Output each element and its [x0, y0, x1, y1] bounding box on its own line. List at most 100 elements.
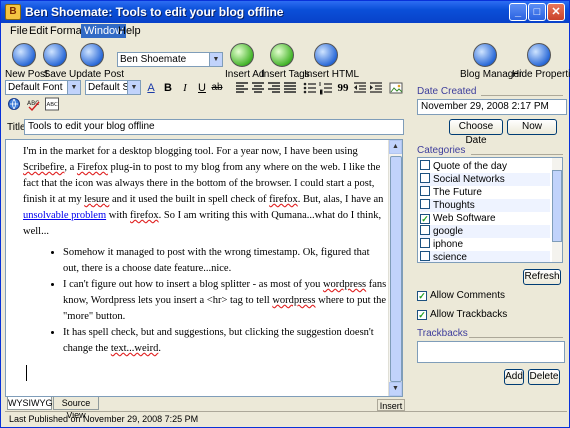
- insert-ad-label: Insert Ad: [225, 69, 265, 80]
- list-item[interactable]: ✓ Web Software: [420, 212, 550, 225]
- indent-icon[interactable]: [369, 81, 383, 95]
- blockquote-button[interactable]: 99: [336, 81, 350, 95]
- text-run: with: [106, 210, 131, 221]
- font-color-button[interactable]: A: [144, 81, 158, 95]
- checkbox[interactable]: [420, 186, 430, 196]
- new-post-button[interactable]: New Post: [5, 43, 48, 80]
- maximize-button[interactable]: □: [528, 3, 546, 21]
- title-bar[interactable]: B Ben Shoemate: Tools to edit your blog …: [1, 1, 569, 23]
- checkbox[interactable]: [420, 173, 430, 183]
- tab-source-view[interactable]: Source View: [53, 397, 99, 420]
- allow-trackbacks-option[interactable]: ✓ Allow Trackbacks: [417, 309, 507, 320]
- option-label: Allow Comments: [430, 290, 506, 301]
- save-label: Save: [43, 69, 67, 80]
- text-caret: [26, 365, 27, 381]
- checkbox[interactable]: [420, 160, 430, 170]
- size-select[interactable]: Default Size ▼: [85, 80, 141, 95]
- insert-html-label: Insert HTML: [304, 69, 360, 80]
- menu-help[interactable]: Help: [115, 24, 144, 38]
- category-label: Quote of the day: [433, 161, 507, 172]
- checkbox[interactable]: [420, 225, 430, 235]
- tab-wysiwyg[interactable]: WYSIWYG: [7, 397, 53, 410]
- misspelled-word[interactable]: wordpress: [323, 279, 366, 290]
- misspelled-word[interactable]: firefox: [130, 210, 159, 221]
- list-item[interactable]: iphone: [420, 238, 550, 251]
- add-button[interactable]: Add: [504, 369, 524, 385]
- list-item[interactable]: The Future: [420, 186, 550, 199]
- checkbox[interactable]: [420, 238, 430, 248]
- outdent-icon[interactable]: [353, 81, 367, 95]
- checkbox-checked[interactable]: ✓: [420, 214, 430, 224]
- align-right-icon[interactable]: [267, 81, 281, 95]
- refresh-button[interactable]: Refresh: [523, 269, 561, 285]
- blog-select[interactable]: Ben Shoemate ▼: [117, 52, 223, 67]
- allow-comments-option[interactable]: ✓ Allow Comments: [417, 290, 505, 301]
- save-button[interactable]: Save: [43, 43, 67, 80]
- insert-tags-label: Insert Tags: [261, 69, 310, 80]
- checkbox[interactable]: [420, 199, 430, 209]
- bullet-list-icon[interactable]: [303, 81, 317, 95]
- text-run: I can't figure out how to insert a blog …: [63, 279, 323, 290]
- scrollbar-thumb[interactable]: [552, 170, 562, 242]
- text-run: and it used the built in spell check of: [109, 194, 270, 205]
- align-justify-icon[interactable]: [283, 81, 297, 95]
- misspelled-word[interactable]: firefox: [269, 194, 298, 205]
- align-left-icon[interactable]: [235, 81, 249, 95]
- italic-button[interactable]: I: [178, 81, 192, 95]
- categories-heading: Categories: [417, 145, 466, 156]
- numbered-list-icon[interactable]: [319, 81, 333, 95]
- insert-tags-button[interactable]: Insert Tags: [261, 43, 310, 80]
- scroll-up-icon[interactable]: ▲: [389, 140, 402, 154]
- post-editor[interactable]: I'm in the market for a desktop blogging…: [5, 139, 403, 397]
- checkbox-checked[interactable]: ✓: [417, 310, 427, 320]
- paragraph: I'm in the market for a desktop blogging…: [23, 144, 387, 240]
- title-input[interactable]: Tools to edit your blog offline: [24, 119, 404, 135]
- thesaurus-icon[interactable]: ABC: [45, 97, 59, 111]
- list-item[interactable]: Quote of the day: [420, 160, 550, 173]
- link-icon[interactable]: [7, 97, 21, 111]
- trackbacks-field[interactable]: [417, 341, 565, 363]
- align-center-icon[interactable]: [251, 81, 265, 95]
- chevron-down-icon: ▼: [127, 81, 140, 94]
- category-label: science: [433, 252, 467, 263]
- bold-button[interactable]: B: [161, 81, 175, 95]
- insert-html-icon: [314, 43, 338, 67]
- misspelled-word[interactable]: Firefox: [77, 162, 108, 173]
- font-select-value: Default Font: [8, 82, 63, 93]
- misspelled-word[interactable]: wordpress: [272, 295, 315, 306]
- font-select[interactable]: Default Font ▼: [5, 80, 81, 95]
- spell-check-icon[interactable]: ABC: [27, 97, 41, 111]
- date-created-field[interactable]: November 29, 2008 2:17 PM: [417, 99, 567, 115]
- now-button[interactable]: Now: [507, 119, 557, 135]
- delete-button[interactable]: Delete: [528, 369, 560, 385]
- insert-ad-button[interactable]: Insert Ad: [225, 43, 264, 80]
- list-item[interactable]: google: [420, 225, 550, 238]
- bullet-list: Somehow it managed to post with the wron…: [53, 245, 387, 357]
- list-item[interactable]: science: [420, 251, 550, 263]
- categories-scrollbar[interactable]: [552, 158, 562, 262]
- choose-date-button[interactable]: Choose Date: [449, 119, 503, 146]
- post-link[interactable]: unsolvable problem: [23, 210, 106, 221]
- update-post-button[interactable]: Update Post: [69, 43, 124, 80]
- checkbox-checked[interactable]: ✓: [417, 291, 427, 301]
- list-item[interactable]: Thoughts: [420, 199, 550, 212]
- editor-scrollbar[interactable]: ▲ ▼: [388, 140, 402, 396]
- scroll-down-icon[interactable]: ▼: [389, 382, 402, 396]
- blog-manager-button[interactable]: Blog Manager: [460, 43, 522, 80]
- close-button[interactable]: ✕: [547, 3, 565, 21]
- insert-html-button[interactable]: Insert HTML: [304, 43, 359, 80]
- misspelled-word[interactable]: Scribefire: [23, 162, 64, 173]
- checkbox[interactable]: [420, 251, 430, 261]
- divider: [471, 154, 563, 155]
- insert-image-icon[interactable]: [389, 81, 403, 95]
- categories-list[interactable]: Quote of the day Social Networks The Fut…: [417, 157, 563, 263]
- minimize-button[interactable]: _: [509, 3, 527, 21]
- underline-button[interactable]: U: [195, 81, 209, 95]
- hide-properties-button[interactable]: Hide Properties: [512, 43, 570, 80]
- misspelled-word[interactable]: lesure: [84, 194, 109, 205]
- chevron-down-icon: ▼: [67, 81, 80, 94]
- list-item[interactable]: Social Networks: [420, 173, 550, 186]
- strikethrough-button[interactable]: ab: [210, 81, 224, 95]
- scrollbar-thumb[interactable]: [390, 156, 402, 382]
- misspelled-word[interactable]: text...weird: [111, 343, 159, 354]
